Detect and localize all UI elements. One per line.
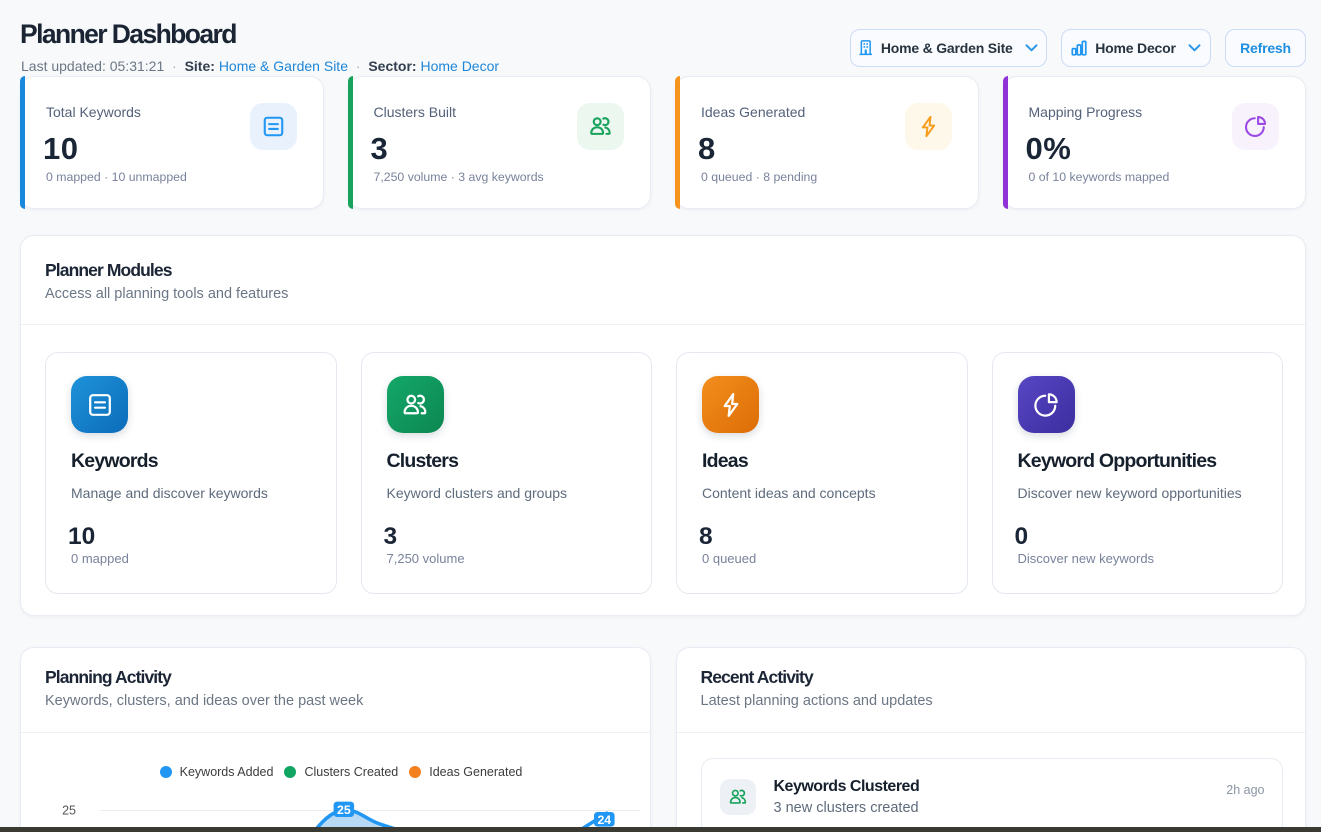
svg-text:24: 24 bbox=[597, 813, 611, 827]
svg-text:25: 25 bbox=[62, 804, 76, 818]
svg-text:25: 25 bbox=[337, 803, 351, 817]
